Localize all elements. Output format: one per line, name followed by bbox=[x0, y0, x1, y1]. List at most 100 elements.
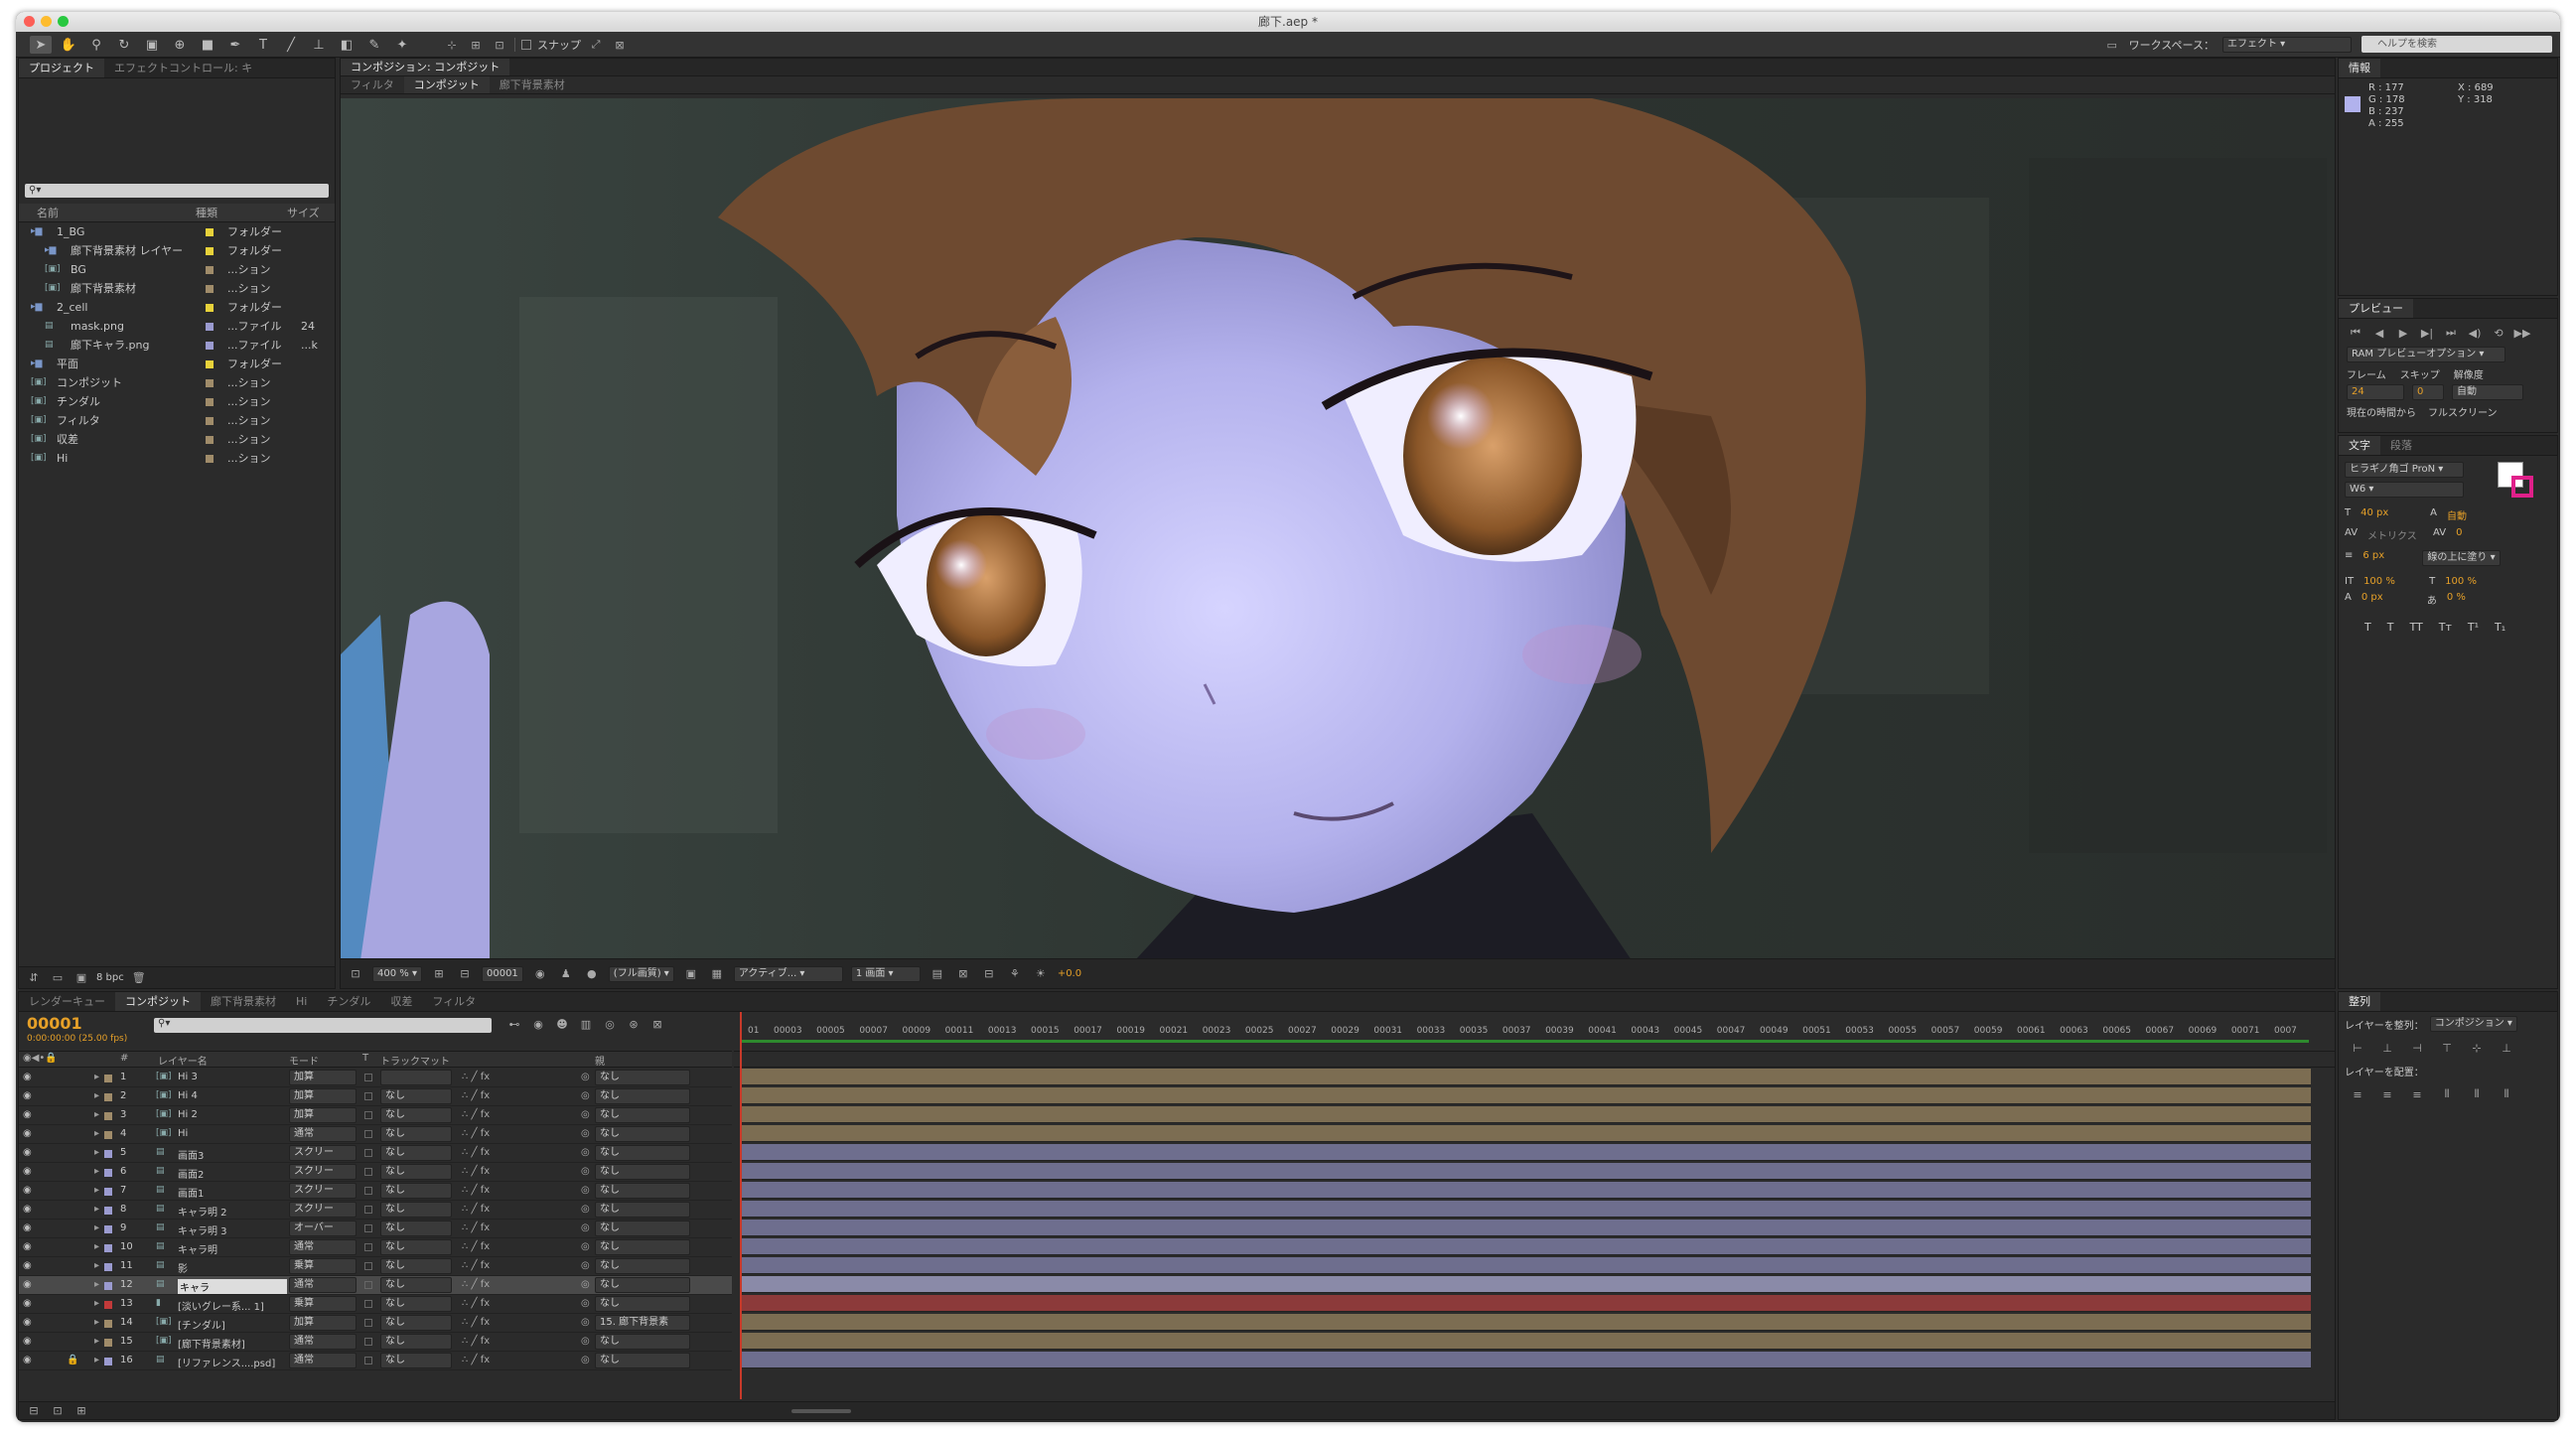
frame-blending-icon[interactable]: ▥ bbox=[577, 1016, 595, 1032]
layer-duration-bar[interactable] bbox=[742, 1333, 2311, 1350]
layer-name[interactable]: [淡いグレー系... 1] bbox=[178, 1298, 287, 1313]
show-snapshot-icon[interactable]: ♟ bbox=[557, 966, 575, 982]
label-color-swatch[interactable] bbox=[206, 397, 214, 406]
font-family-dropdown[interactable]: ヒラギノ角ゴ ProN ▾ bbox=[2345, 462, 2464, 478]
layer-row[interactable]: ◉ ▸ 9 ▤ キャラ明 3 オーバー なし ∴ ╱ fx ◎ なし bbox=[19, 1220, 732, 1238]
layer-name[interactable]: キャラ明 bbox=[178, 1241, 287, 1256]
last-frame-icon[interactable]: ⏭ bbox=[2442, 325, 2460, 341]
stroke-mode-dropdown[interactable]: 線の上に塗り ▾ bbox=[2422, 550, 2501, 566]
column-t[interactable]: T bbox=[362, 1053, 368, 1064]
help-search-input[interactable]: ヘルプを検索 bbox=[2361, 36, 2552, 53]
preserve-transparency-checkbox[interactable] bbox=[364, 1262, 372, 1270]
tab-align[interactable]: 整列 bbox=[2339, 992, 2380, 1011]
parent-pickwhip-icon[interactable]: ◎ bbox=[581, 1355, 590, 1365]
transparency-grid-icon[interactable]: ▦ bbox=[708, 966, 726, 982]
resolution-dropdown[interactable]: 自動 bbox=[2452, 384, 2523, 400]
track-matte-dropdown[interactable]: なし bbox=[380, 1353, 452, 1368]
switches-icon[interactable]: ∴ ╱ fx bbox=[462, 1279, 490, 1290]
distribute-left-icon[interactable]: ⦀ bbox=[2438, 1086, 2456, 1102]
leading-field[interactable]: 自動 bbox=[2447, 507, 2467, 522]
layer-name[interactable]: Hi 4 bbox=[178, 1090, 287, 1101]
rectangle-tool-icon[interactable]: ■ bbox=[197, 36, 218, 54]
layer-row[interactable]: ◉ ▸ 8 ▤ キャラ明 2 スクリー なし ∴ ╱ fx ◎ なし bbox=[19, 1201, 732, 1220]
expand-arrow-icon[interactable]: ▸ bbox=[94, 1260, 99, 1271]
preserve-transparency-checkbox[interactable] bbox=[364, 1092, 372, 1100]
axis-view-icon[interactable]: ⊡ bbox=[491, 37, 508, 53]
project-item[interactable]: ▸▆ 廊下背景素材 レイヤー フォルダー bbox=[19, 241, 335, 260]
visibility-eye-icon[interactable]: ◉ bbox=[23, 1166, 32, 1177]
switches-icon[interactable]: ∴ ╱ fx bbox=[462, 1147, 490, 1158]
parent-pickwhip-icon[interactable]: ◎ bbox=[581, 1185, 590, 1196]
parent-pickwhip-icon[interactable]: ◎ bbox=[581, 1090, 590, 1101]
blend-mode-dropdown[interactable]: 乗算 bbox=[289, 1296, 357, 1312]
switches-icon[interactable]: ∴ ╱ fx bbox=[462, 1336, 490, 1347]
preserve-transparency-checkbox[interactable] bbox=[364, 1149, 372, 1157]
fast-previews-icon[interactable]: ⊠ bbox=[954, 966, 972, 982]
column-name[interactable]: 名前 bbox=[37, 204, 196, 222]
horizontal-scale-field[interactable]: 100 % bbox=[2445, 576, 2477, 587]
timeline-tab[interactable]: Hi bbox=[286, 992, 317, 1011]
project-item[interactable]: [▣] 廊下背景素材 ...ション bbox=[19, 279, 335, 298]
selection-tool-icon[interactable]: ➤ bbox=[30, 36, 52, 54]
expand-arrow-icon[interactable]: ▸ bbox=[94, 1241, 99, 1252]
frame-rate-dropdown[interactable]: 24 bbox=[2347, 384, 2404, 400]
timeline-icon[interactable]: ⊟ bbox=[980, 966, 998, 982]
text-style-button[interactable]: T bbox=[2387, 621, 2394, 634]
brainstorm-icon[interactable]: ⊛ bbox=[625, 1016, 643, 1032]
parent-dropdown[interactable]: なし bbox=[595, 1258, 690, 1274]
parent-pickwhip-icon[interactable]: ◎ bbox=[581, 1128, 590, 1139]
switches-icon[interactable]: ∴ ╱ fx bbox=[462, 1241, 490, 1252]
layer-name[interactable]: Hi 2 bbox=[178, 1109, 287, 1120]
tab-paragraph[interactable]: 段落 bbox=[2380, 436, 2422, 455]
layer-duration-bar[interactable] bbox=[742, 1163, 2311, 1180]
parent-dropdown[interactable]: なし bbox=[595, 1145, 690, 1161]
parent-dropdown[interactable]: なし bbox=[595, 1070, 690, 1085]
project-item[interactable]: ▸▆ 2_cell フォルダー bbox=[19, 298, 335, 317]
audio-icon[interactable]: ◀) bbox=[2466, 325, 2484, 341]
tab-effect-controls[interactable]: エフェクトコントロール: キ bbox=[104, 59, 262, 77]
track-matte-dropdown[interactable]: なし bbox=[380, 1258, 452, 1274]
visibility-eye-icon[interactable]: ◉ bbox=[23, 1260, 32, 1271]
distribute-top-icon[interactable]: ≡ bbox=[2349, 1086, 2366, 1102]
layer-duration-bar[interactable] bbox=[742, 1220, 2311, 1236]
always-preview-icon[interactable]: ⊡ bbox=[347, 966, 364, 982]
column-layer-name[interactable]: レイヤー名 bbox=[158, 1053, 208, 1068]
layer-name[interactable]: キャラ明 3 bbox=[178, 1222, 287, 1237]
project-item[interactable]: ▤ 廊下キャラ.png ...ファイル ...k bbox=[19, 336, 335, 355]
zoom-dropdown[interactable]: 400 % ▾ bbox=[372, 965, 422, 982]
label-color-swatch[interactable] bbox=[206, 246, 214, 255]
switches-icon[interactable]: ∴ ╱ fx bbox=[462, 1166, 490, 1177]
switches-icon[interactable]: ∴ ╱ fx bbox=[462, 1260, 490, 1271]
blend-mode-dropdown[interactable]: 通常 bbox=[289, 1353, 357, 1368]
workspace-dropdown[interactable]: エフェクト ▾ bbox=[2222, 37, 2352, 53]
project-item[interactable]: [▣] 収差 ...ション bbox=[19, 430, 335, 449]
snap-edge-icon[interactable]: ⤢ bbox=[587, 37, 605, 53]
blend-mode-dropdown[interactable]: 通常 bbox=[289, 1239, 357, 1255]
parent-pickwhip-icon[interactable]: ◎ bbox=[581, 1336, 590, 1347]
label-color-swatch[interactable] bbox=[104, 1207, 112, 1215]
track-matte-dropdown[interactable]: なし bbox=[380, 1088, 452, 1104]
column-track-matte[interactable]: トラックマット bbox=[380, 1053, 450, 1068]
from-current-checkbox[interactable]: 現在の時間から bbox=[2347, 404, 2416, 419]
pan-behind-tool-icon[interactable]: ⊕ bbox=[169, 36, 191, 54]
blend-mode-dropdown[interactable]: 加算 bbox=[289, 1070, 357, 1085]
stroke-color-swatch[interactable] bbox=[2511, 476, 2533, 498]
track-matte-dropdown[interactable]: なし bbox=[380, 1296, 452, 1312]
exposure-value[interactable]: +0.0 bbox=[1058, 968, 1081, 979]
skip-field[interactable]: 0 bbox=[2412, 384, 2444, 400]
label-color-swatch[interactable] bbox=[104, 1244, 112, 1252]
label-color-swatch[interactable] bbox=[206, 303, 214, 312]
layer-duration-bar[interactable] bbox=[742, 1144, 2311, 1161]
label-color-swatch[interactable] bbox=[104, 1131, 112, 1139]
draft-3d-icon[interactable]: ◉ bbox=[529, 1016, 547, 1032]
camera-dropdown[interactable]: アクティブ... ▾ bbox=[733, 965, 843, 982]
layer-row[interactable]: ◉ 🔒 ▸ 16 ▤ [リファレンス....psd] 通常 なし ∴ ╱ fx ◎ なし bbox=[19, 1352, 732, 1370]
subtab-filter[interactable]: フィルタ bbox=[341, 76, 404, 93]
layer-row[interactable]: ◉ ▸ 15 [▣] [廊下背景素材] 通常 なし ∴ ╱ fx ◎ なし bbox=[19, 1333, 732, 1352]
layer-name[interactable]: 画面2 bbox=[178, 1166, 287, 1181]
layer-duration-bar[interactable] bbox=[742, 1295, 2311, 1312]
preserve-transparency-checkbox[interactable] bbox=[364, 1319, 372, 1327]
first-frame-icon[interactable]: ⏮ bbox=[2347, 325, 2364, 341]
track-matte-dropdown[interactable]: なし bbox=[380, 1277, 452, 1293]
text-style-button[interactable]: T₁ bbox=[2495, 621, 2505, 634]
